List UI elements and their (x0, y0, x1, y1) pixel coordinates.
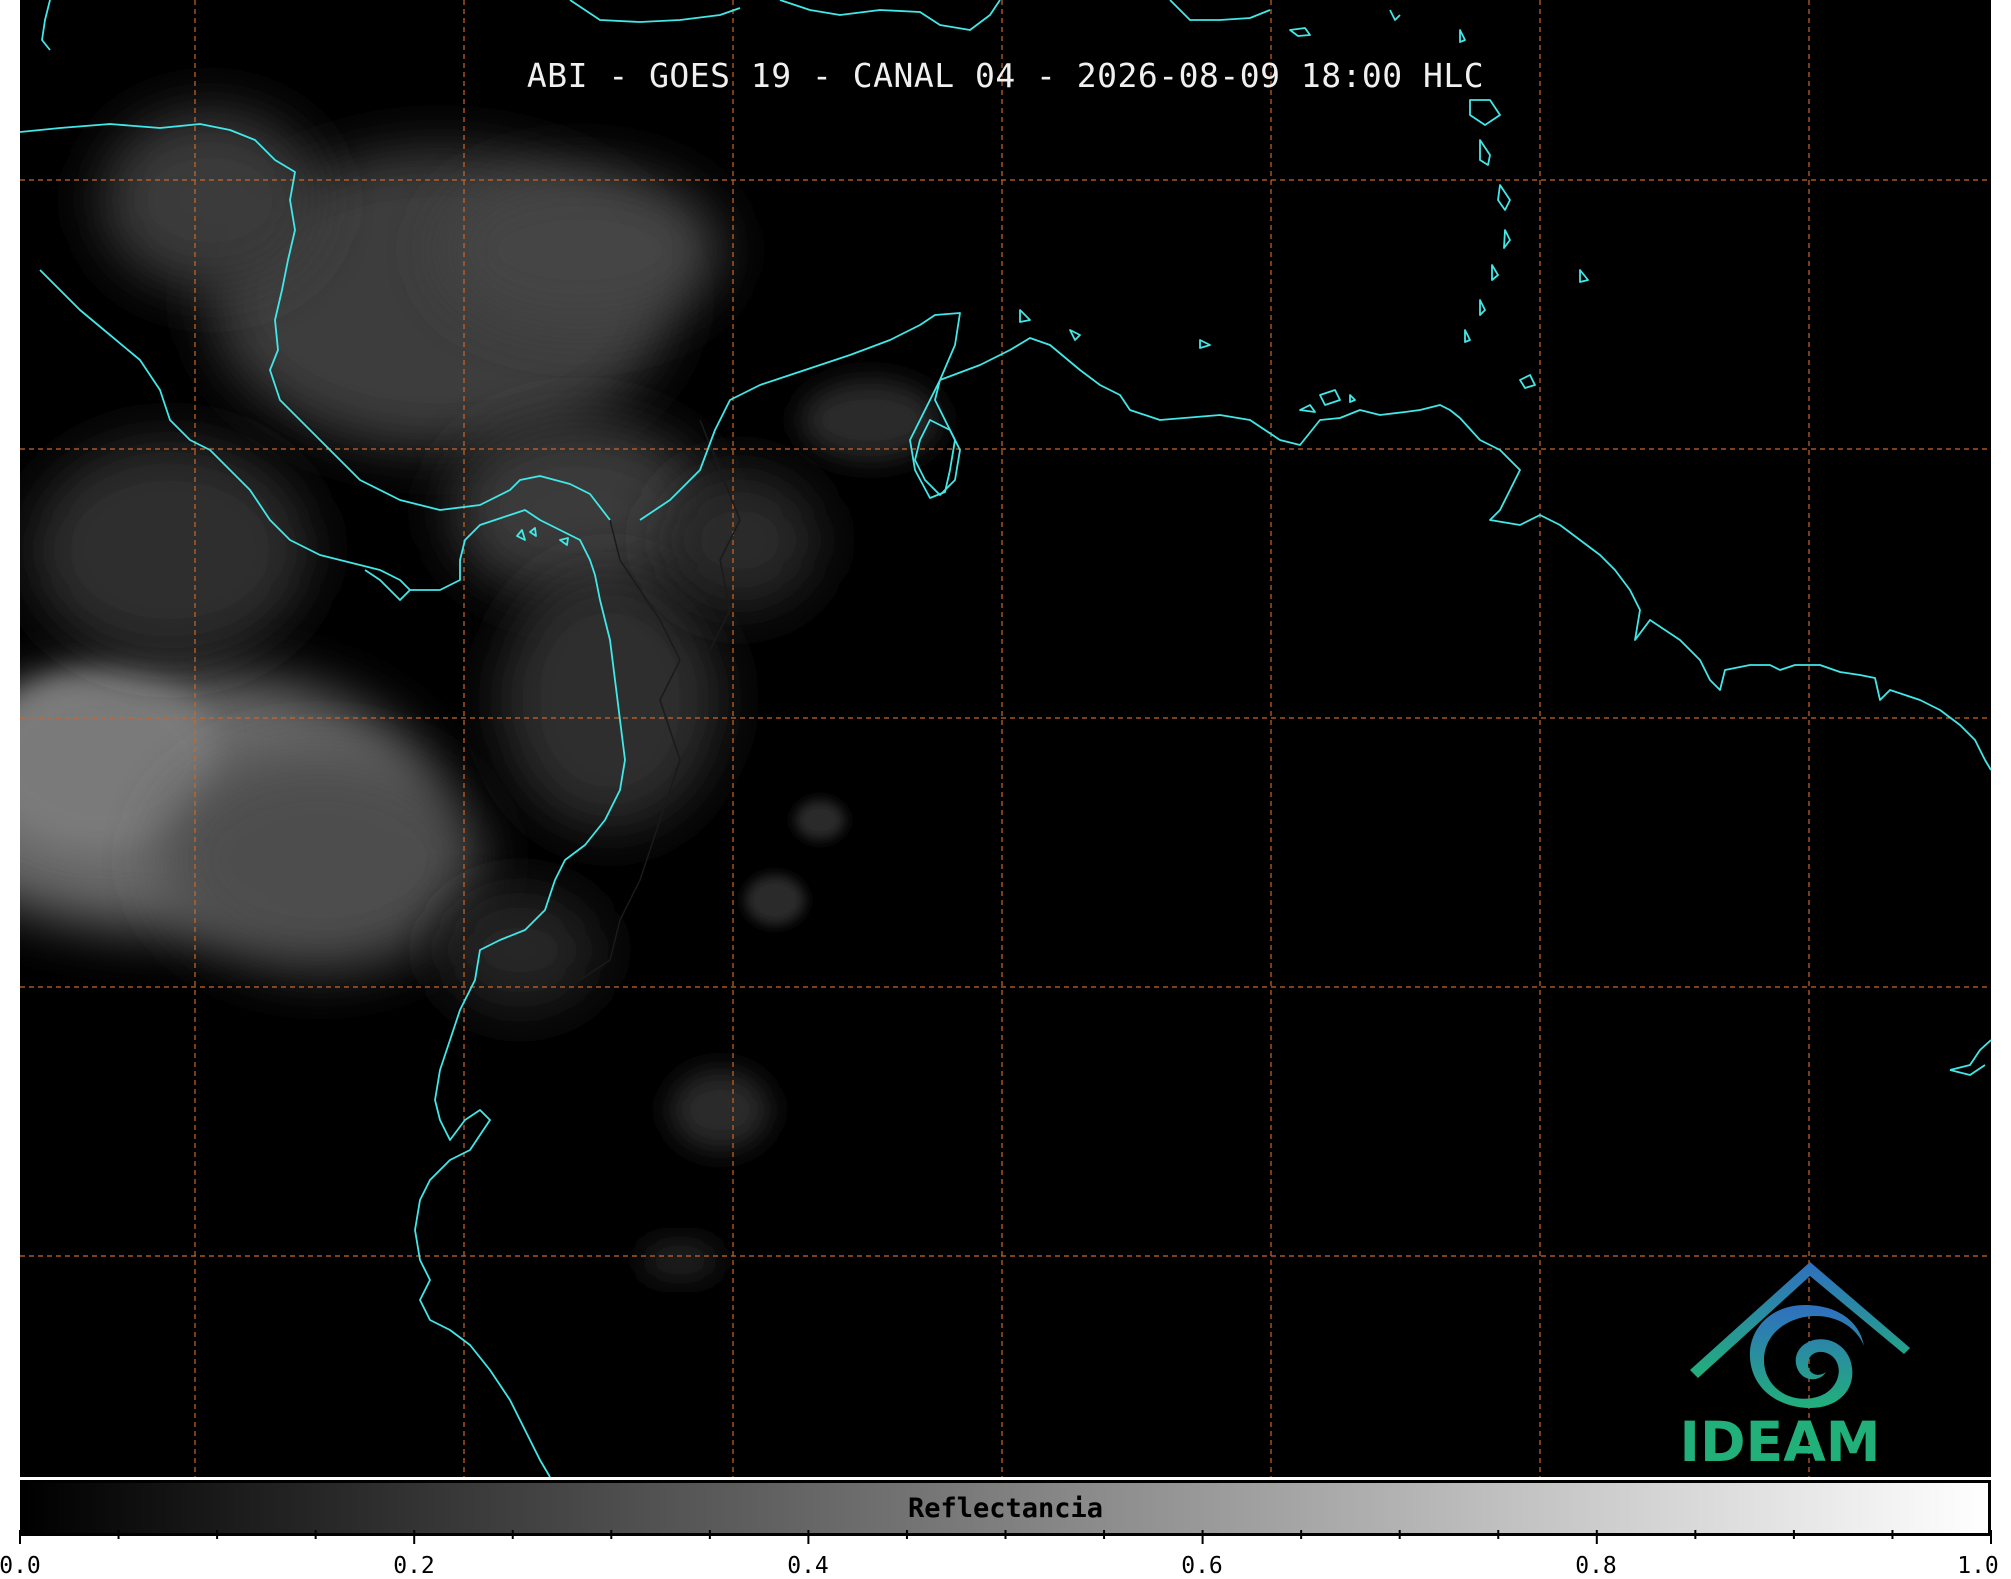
ideam-logo-text: IDEAM (1679, 1410, 1881, 1474)
satellite-image-panel: ABI - GOES 19 - CANAL 04 - 2026-08-09 18… (20, 0, 1991, 1477)
colorbar-ticks (19, 1530, 1992, 1544)
ideam-logo-emblem (1690, 1262, 1910, 1408)
colorbar-tick-label: 0.2 (393, 1553, 435, 1579)
colorbar-label: Reflectancia (907, 1493, 1104, 1524)
colorbar-tick-label: 1.0 (1957, 1553, 1999, 1579)
colorbar-tick-label: 0.6 (1181, 1553, 1223, 1579)
colorbar-tick-label: 0.4 (787, 1553, 829, 1579)
colorbar-tick-label: 0.0 (0, 1553, 41, 1579)
ideam-logo: IDEAM (1660, 1250, 1920, 1475)
reflectance-colorbar: Reflectancia (20, 1480, 1991, 1536)
cloud-cover (20, 110, 940, 1280)
map-title: ABI - GOES 19 - CANAL 04 - 2026-08-09 18… (526, 56, 1485, 95)
colorbar-tick-label: 0.8 (1575, 1553, 1617, 1579)
